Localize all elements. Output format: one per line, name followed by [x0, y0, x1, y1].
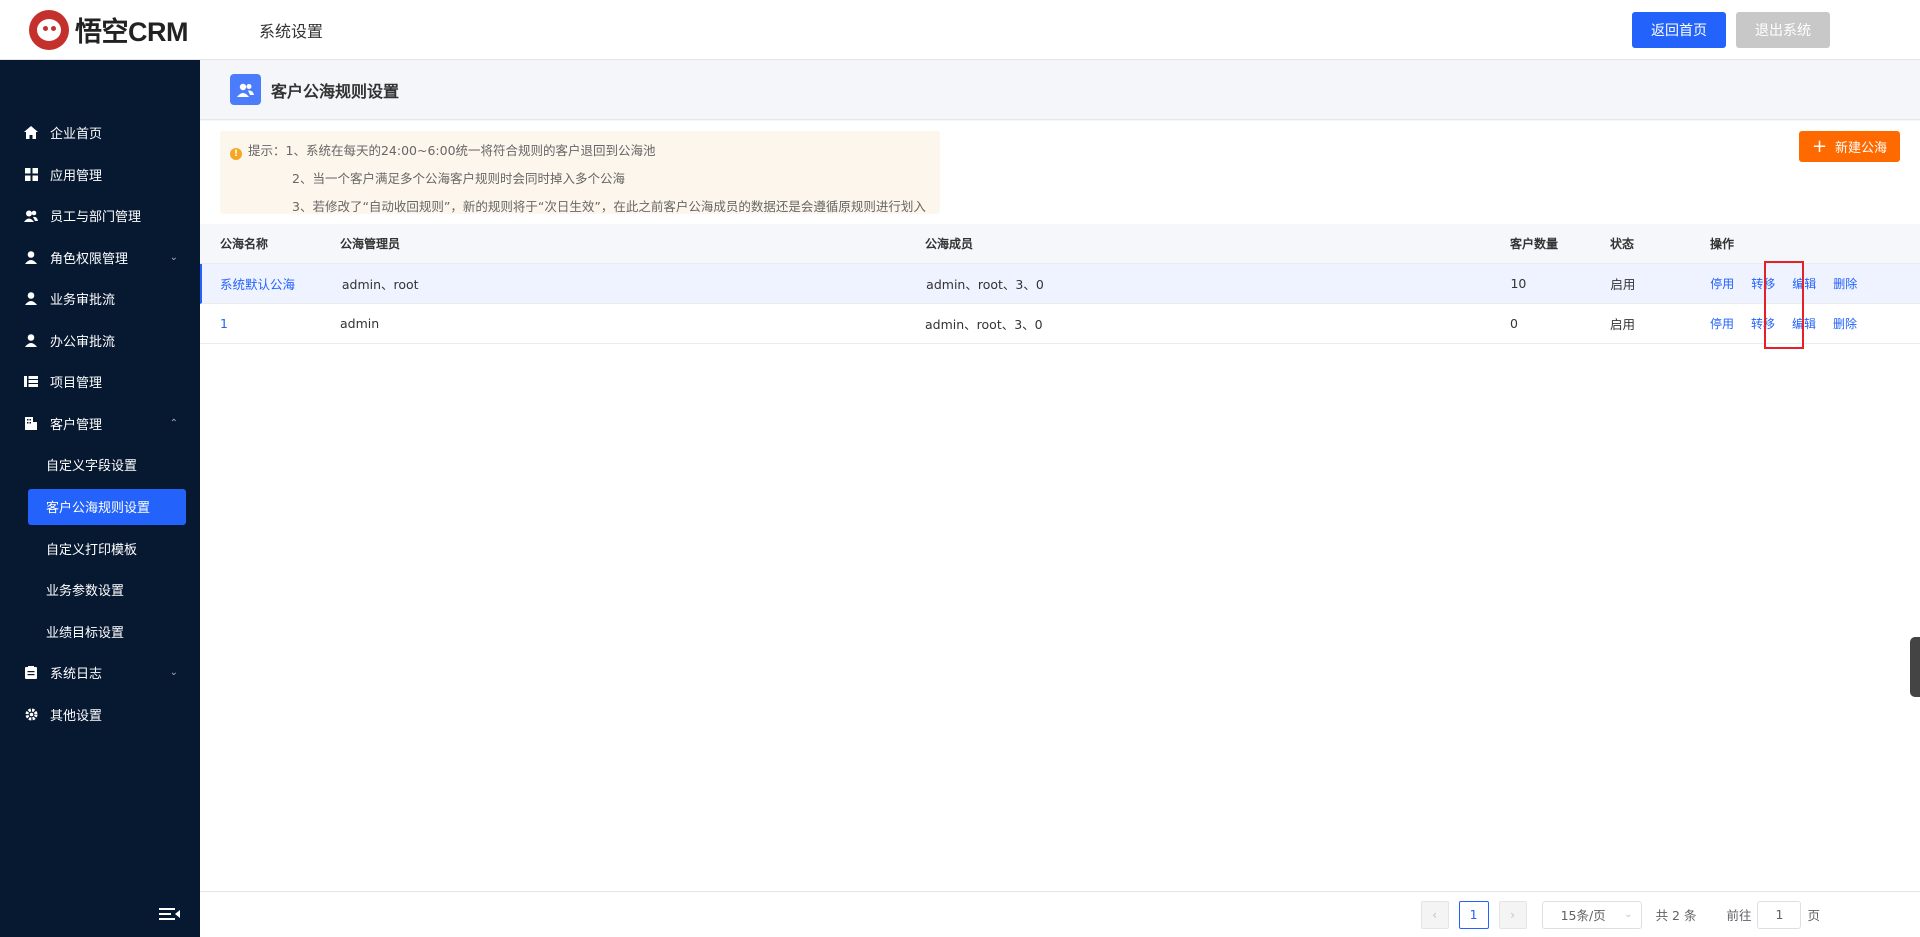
pool-admins: admin	[340, 316, 380, 331]
header-section-title: 系统设置	[259, 21, 324, 41]
edit-button[interactable]: 编辑	[1792, 275, 1816, 292]
warning-icon: !	[230, 148, 242, 160]
building-icon	[24, 416, 38, 430]
sidebar-item-label: 客户管理	[50, 417, 103, 433]
user-check-icon	[24, 333, 38, 347]
pool-name-link[interactable]: 1	[200, 316, 340, 331]
pool-members: admin、root、3、0	[925, 317, 1043, 332]
monkey-logo-icon	[29, 9, 69, 50]
user-icon	[24, 250, 38, 264]
logout-button[interactable]: 退出系统	[1736, 12, 1830, 48]
pool-name-link[interactable]: 系统默认公海	[202, 274, 342, 293]
pool-admins: admin、root	[341, 277, 419, 292]
column-header: 公海成员	[925, 237, 974, 251]
pool-status: 启用	[1610, 277, 1636, 292]
column-header: 状态	[1610, 237, 1635, 251]
tip-line-2: 2、当一个客户满足多个公海客户规则时会同时掉入多个公海	[292, 171, 625, 186]
page-jumper: 前往 1 页	[1726, 900, 1820, 929]
pool-table: 公海名称 公海管理员 公海成员 客户数量 状态 操作 系统默认公海 admin、…	[200, 224, 1920, 344]
pool-members: admin、root、3、0	[926, 277, 1044, 292]
sidebar-item-label: 其他设置	[50, 708, 103, 724]
users-icon	[24, 209, 38, 223]
list-icon	[24, 375, 38, 389]
sidebar-item-office-approval[interactable]: 办公审批流	[0, 320, 200, 362]
edit-button[interactable]: 编辑	[1792, 315, 1816, 332]
column-header: 公海管理员	[340, 237, 401, 251]
tip-box: ! 提示：1、系统在每天的24:00~6:00统一将符合规则的客户退回到公海池 2…	[220, 131, 940, 214]
grid-icon	[24, 167, 38, 181]
sidebar-item-business-approval[interactable]: 业务审批流	[0, 278, 200, 320]
total-count: 共 2 条	[1655, 908, 1697, 923]
sidebar-subitem-business-params[interactable]: 业务参数设置	[0, 569, 200, 611]
delete-button[interactable]: 删除	[1833, 275, 1857, 292]
delete-button[interactable]: 删除	[1833, 315, 1857, 332]
app-logo[interactable]: 悟空CRM	[29, 9, 239, 50]
tip-line-3: 3、若修改了“自动收回规则”，新的规则将于“次日生效”，在此之前客户公海成员的数…	[292, 199, 926, 214]
plus-icon: +	[1811, 135, 1828, 157]
log-icon	[24, 666, 38, 680]
pool-status: 启用	[1610, 317, 1636, 332]
table-row[interactable]: 1 admin admin、root、3、0 0 启用 停用 转移 编辑 删除	[200, 304, 1920, 344]
sidebar-item-label: 企业首页	[50, 127, 103, 143]
chevron-down-icon: ⌄	[169, 251, 178, 263]
table-header: 公海名称 公海管理员 公海成员 客户数量 状态 操作	[200, 224, 1920, 264]
collapse-menu-icon[interactable]	[159, 906, 181, 922]
sidebar-item-label: 应用管理	[50, 168, 103, 184]
sidebar-item-projects[interactable]: 项目管理	[0, 361, 200, 403]
tip-line-1: ! 提示：1、系统在每天的24:00~6:00统一将符合规则的客户退回到公海池	[230, 137, 930, 165]
user-check-icon	[24, 292, 38, 306]
customer-pool-icon	[230, 74, 261, 105]
disable-button[interactable]: 停用	[1710, 275, 1734, 292]
chevron-down-icon: ⌄	[169, 667, 178, 679]
main-area: 客户公海规则设置 ! 提示：1、系统在每天的24:00~6:00统一将符合规则的客…	[200, 60, 1920, 937]
sidebar-item-staff[interactable]: 员工与部门管理	[0, 195, 200, 237]
customer-count: 0	[1510, 316, 1518, 331]
sidebar-item-label: 员工与部门管理	[50, 210, 142, 226]
sidebar-item-label: 办公审批流	[50, 334, 116, 350]
page-header: 客户公海规则设置	[200, 60, 1920, 120]
transfer-button[interactable]: 转移	[1751, 275, 1775, 292]
column-header: 操作	[1710, 237, 1735, 251]
sidebar-item-label: 系统日志	[50, 667, 103, 683]
chevron-down-icon: ⌄	[1624, 909, 1633, 920]
logo-text: 悟空CRM	[75, 17, 189, 47]
row-actions: 停用 转移 编辑 删除	[1710, 315, 1920, 332]
sidebar-subitem-custom-fields[interactable]: 自定义字段设置	[0, 444, 200, 486]
sidebar-item-customers[interactable]: 客户管理 ⌃	[0, 403, 200, 445]
sidebar-item-roles[interactable]: 角色权限管理 ⌄	[0, 237, 200, 279]
chevron-up-icon: ⌃	[169, 417, 178, 429]
content-panel: ! 提示：1、系统在每天的24:00~6:00统一将符合规则的客户退回到公海池 2…	[200, 121, 1920, 937]
table-row[interactable]: 系统默认公海 admin、root admin、root、3、0 10 启用 停…	[200, 264, 1920, 304]
next-page-button[interactable]: ›	[1498, 900, 1527, 929]
customer-count: 10	[1510, 276, 1527, 291]
sidebar-item-system-log[interactable]: 系统日志 ⌄	[0, 652, 200, 694]
sidebar-item-home[interactable]: 企业首页	[0, 112, 200, 154]
home-icon	[24, 126, 38, 140]
sidebar-subitem-performance-goals[interactable]: 业绩目标设置	[0, 611, 200, 653]
top-header: 悟空CRM 系统设置 返回首页 退出系统	[0, 0, 1920, 60]
column-header: 客户数量	[1510, 237, 1559, 251]
page-size-select[interactable]: 15条/页 ⌄	[1541, 900, 1642, 929]
return-home-button[interactable]: 返回首页	[1632, 12, 1726, 48]
sidebar-item-label: 业务审批流	[50, 293, 116, 309]
column-header: 公海名称	[220, 237, 269, 251]
disable-button[interactable]: 停用	[1710, 315, 1734, 332]
sidebar-item-label: 项目管理	[50, 376, 103, 392]
sidebar: 企业首页 应用管理 员工与部门管理 角色权限管理 ⌄ 业务审批流 办公审批流 项…	[0, 60, 200, 937]
side-handle[interactable]	[1910, 637, 1920, 697]
transfer-button[interactable]: 转移	[1751, 315, 1775, 332]
sidebar-item-other-settings[interactable]: 其他设置	[0, 694, 200, 736]
sidebar-subitem-pool-rules[interactable]: 客户公海规则设置	[28, 488, 186, 525]
goto-page-input[interactable]: 1	[1757, 900, 1802, 929]
pagination: ‹ 1 › 15条/页 ⌄ 共 2 条 前往 1 页	[200, 891, 1920, 937]
sidebar-item-label: 角色权限管理	[50, 251, 129, 267]
new-pool-button[interactable]: + 新建公海	[1799, 131, 1900, 162]
prev-page-button[interactable]: ‹	[1420, 900, 1449, 929]
page-title: 客户公海规则设置	[271, 81, 400, 101]
sidebar-item-apps[interactable]: 应用管理	[0, 154, 200, 196]
gear-icon	[24, 707, 38, 721]
sidebar-subitem-print-templates[interactable]: 自定义打印模板	[0, 528, 200, 570]
current-page-number[interactable]: 1	[1458, 900, 1489, 929]
row-actions: 停用 转移 编辑 删除	[1710, 275, 1920, 292]
